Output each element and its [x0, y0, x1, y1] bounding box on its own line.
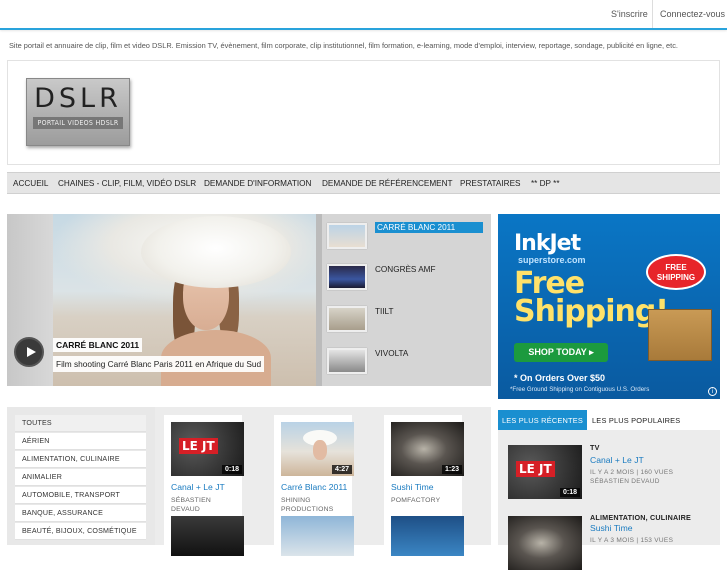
video-duration: 0:18 [221, 465, 242, 474]
video-title[interactable]: Sushi Time [391, 482, 434, 492]
thumbnail-face [313, 440, 327, 460]
recent-author[interactable]: SÉBASTIEN DEVAUD [590, 477, 673, 486]
video-thumbnail[interactable] [391, 516, 464, 556]
recent-item-text: TV Canal + Le JT IL Y A 2 MOIS | 160 VUE… [590, 443, 673, 486]
logo-subtitle: PORTAIL VIDEOS HDSLR [33, 117, 123, 129]
video-card-next[interactable] [164, 516, 244, 556]
video-card-next[interactable] [274, 516, 354, 556]
video-author[interactable]: POMFACTORY [391, 496, 461, 505]
recent-category[interactable]: TV [590, 443, 673, 452]
thumbnail-overlay-text: LE JT [516, 461, 555, 477]
slide-description: Film shooting Carré Blanc Paris 2011 en … [53, 356, 265, 372]
recent-list: LE JT 0:18 TV Canal + Le JT IL Y A 2 MOI… [498, 430, 720, 570]
ad-headline-2: Shipping! [514, 294, 669, 329]
main-nav: ACCUEIL CHAINES - CLIP, FILM, VIDÉO DSLR… [7, 172, 720, 194]
thumb-carre-blanc[interactable] [327, 223, 367, 249]
category-toutes[interactable]: TOUTES [15, 415, 146, 432]
top-bar: S'inscrire Connectez-vous [0, 0, 727, 30]
nav-accueil[interactable]: ACCUEIL [13, 179, 49, 188]
image-hat [141, 216, 291, 288]
category-banque[interactable]: BANQUE, ASSURANCE [15, 505, 146, 522]
site-logo[interactable]: DSLR PORTAIL VIDEOS HDSLR [26, 78, 130, 146]
ad-free-shipping-badge: FREE SHIPPING [646, 254, 706, 290]
category-alimentation[interactable]: ALIMENTATION, CULINAIRE [15, 451, 146, 468]
tab-recent[interactable]: LES PLUS RÉCENTES [498, 410, 587, 430]
ad-orders-text: * On Orders Over $50 [514, 373, 606, 383]
signup-link[interactable]: S'inscrire [611, 9, 648, 19]
video-duration: 1:23 [441, 465, 462, 474]
slide-title[interactable]: CARRÉ BLANC 2011 [53, 338, 143, 352]
ad-fine-print: *Free Ground Shipping on Contiguous U.S.… [510, 386, 650, 393]
site-tagline: Site portail et annuaire de clip, film e… [9, 41, 678, 50]
recent-meta: IL Y A 3 MOIS | 153 VUES [590, 537, 674, 544]
nav-chaines[interactable]: CHAINES - CLIP, FILM, VIDÉO DSLR [58, 179, 196, 188]
ad-brand: InkJet [514, 231, 581, 256]
recent-category[interactable]: ALIMENTATION, CULINAIRE [590, 513, 691, 522]
ad-banner[interactable]: InkJet superstore.com Free Shipping! FRE… [498, 214, 720, 399]
ad-info-icon[interactable]: i [708, 387, 717, 396]
video-card-next[interactable] [384, 516, 464, 556]
category-aerien[interactable]: AÉRIEN [15, 433, 146, 450]
recent-title[interactable]: Canal + Le JT [590, 455, 673, 465]
slide-caption: CARRÉ BLANC 2011 Film shooting Carré Bla… [53, 334, 316, 382]
video-title[interactable]: Carré Blanc 2011 [281, 482, 347, 492]
topbar-separator [652, 0, 653, 28]
thumb-tiilt[interactable] [327, 306, 367, 332]
play-icon[interactable] [14, 337, 44, 367]
video-title[interactable]: Canal + Le JT [171, 482, 225, 492]
video-grid: LE JT 0:18 Canal + Le JT SÉBASTIEN DEVAU… [155, 407, 491, 556]
thumb-congres-amf[interactable] [327, 264, 367, 290]
recent-thumbnail[interactable]: LE JT 0:18 [508, 445, 582, 499]
category-beaute[interactable]: BEAUTÉ, BIJOUX, COSMÉTIQUE [15, 523, 146, 540]
video-duration: 0:18 [559, 488, 580, 497]
video-thumbnail[interactable]: LE JT 0:18 [171, 422, 244, 476]
video-author[interactable]: SHINING PRODUCTIONS [281, 496, 351, 514]
recent-item-text: ALIMENTATION, CULINAIRE Sushi Time IL Y … [590, 513, 691, 545]
video-thumbnail[interactable] [171, 516, 244, 556]
video-tabs: LES PLUS RÉCENTES LES PLUS POPULAIRES [498, 410, 720, 430]
nav-demande-information[interactable]: DEMANDE D'INFORMATION [204, 179, 311, 188]
thumbnail-overlay-text: LE JT [179, 438, 218, 454]
logo-text: DSLR [34, 83, 122, 114]
thumb-label-tiilt[interactable]: TIILT [375, 307, 394, 316]
recent-thumbnail[interactable] [508, 516, 582, 570]
thumb-label-vivolta[interactable]: VIVOLTA [375, 349, 408, 358]
nav-demande-referencement[interactable]: DEMANDE DE RÉFÉRENCEMENT [322, 179, 453, 188]
login-link[interactable]: Connectez-vous [660, 9, 725, 19]
video-thumbnail[interactable]: 1:23 [391, 422, 464, 476]
ad-shop-button[interactable]: SHOP TODAY ▸ [514, 343, 608, 362]
recent-title[interactable]: Sushi Time [590, 523, 691, 533]
thumb-label-congres-amf[interactable]: CONGRÈS AMF [375, 265, 436, 274]
nav-dp[interactable]: ** DP ** [531, 179, 560, 188]
ad-subbrand: superstore.com [518, 255, 586, 265]
video-thumbnail[interactable]: 4:27 [281, 422, 354, 476]
video-thumbnail[interactable] [281, 516, 354, 556]
featured-slider: CARRÉ BLANC 2011 Film shooting Carré Bla… [7, 214, 491, 386]
video-author[interactable]: SÉBASTIEN DEVAUD [171, 496, 241, 514]
thumb-vivolta[interactable] [327, 348, 367, 374]
category-automobile[interactable]: AUTOMOBILE, TRANSPORT [15, 487, 146, 504]
category-animalier[interactable]: ANIMALIER [15, 469, 146, 486]
category-list: TOUTES AÉRIEN ALIMENTATION, CULINAIRE AN… [7, 407, 155, 545]
video-duration: 4:27 [331, 465, 352, 474]
ad-headline: Free Shipping! [514, 269, 669, 329]
nav-prestataires[interactable]: PRESTATAIRES [460, 179, 521, 188]
tab-popular[interactable]: LES PLUS POPULAIRES [592, 410, 680, 430]
slider-thumbnails: CARRÉ BLANC 2011 CONGRÈS AMF TIILT VIVOL… [322, 214, 491, 386]
ad-box-image [648, 309, 712, 361]
thumb-label-carre-blanc[interactable]: CARRÉ BLANC 2011 [375, 222, 483, 233]
recent-meta: IL Y A 2 MOIS | 160 VUES [590, 469, 674, 476]
